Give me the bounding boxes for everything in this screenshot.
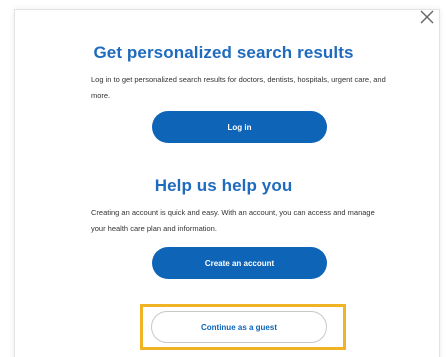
create-account-description: Creating an account is quick and easy. W… (91, 208, 375, 233)
close-icon[interactable] (418, 8, 436, 26)
login-button[interactable]: Log in (152, 111, 327, 143)
continue-as-guest-button[interactable]: Continue as a guest (151, 311, 327, 343)
personalized-results-heading: Get personalized search results (93, 43, 354, 62)
personalized-results-description: Log in to get personalized search result… (91, 75, 386, 100)
create-account-button[interactable]: Create an account (152, 247, 327, 279)
page: Get personalized search results Log in t… (0, 0, 447, 357)
help-us-heading: Help us help you (154, 176, 293, 195)
